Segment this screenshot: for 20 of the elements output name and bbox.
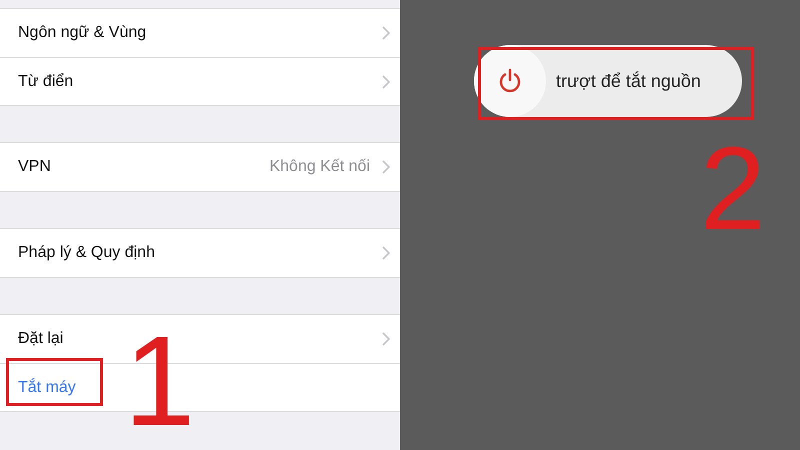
row-label: Tắt máy <box>18 377 76 398</box>
row-label: Từ điển <box>18 72 74 92</box>
step-number: 2 <box>700 130 766 248</box>
chevron-icon <box>382 160 390 174</box>
slider-label: trượt để tắt nguồn <box>556 70 701 93</box>
settings-row[interactable]: VPN Không Kết nối <box>0 143 400 191</box>
chevron-icon <box>382 26 390 40</box>
row-label: Ngôn ngữ & Vùng <box>18 23 146 43</box>
chevron-icon <box>382 74 390 88</box>
chevron-icon <box>382 246 390 260</box>
power-icon <box>498 68 522 94</box>
chevron-icon <box>382 332 390 346</box>
row-label: VPN <box>18 157 51 177</box>
settings-row[interactable]: Ngôn ngữ & Vùng <box>0 9 400 57</box>
settings-row[interactable]: Từ điển <box>0 57 400 105</box>
row-label: Đặt lại <box>18 329 64 349</box>
settings-row[interactable]: Pháp lý & Quy định <box>0 229 400 277</box>
row-value: Không Kết nối <box>269 157 370 177</box>
row-label: Pháp lý & Quy định <box>18 243 155 263</box>
power-off-slider[interactable]: trượt để tắt nguồn <box>474 45 742 117</box>
